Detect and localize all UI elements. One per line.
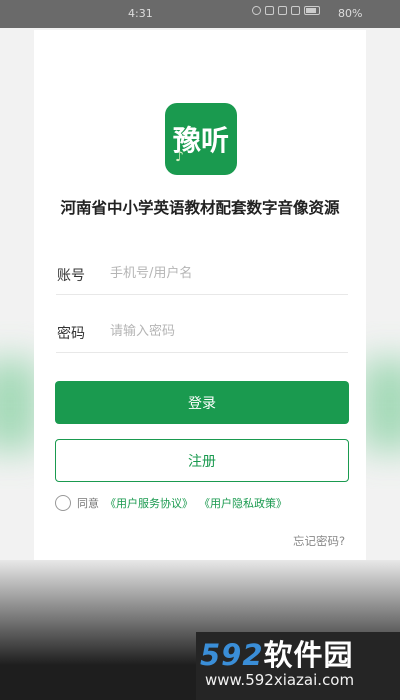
password-label: 密码 bbox=[57, 326, 85, 342]
watermark-number: 592 bbox=[200, 638, 264, 672]
music-note-icon: ♪ bbox=[175, 149, 184, 165]
status-bar: 4:31 80% bbox=[0, 0, 400, 28]
watermark-name: 软件园 bbox=[263, 638, 354, 672]
agreement-prefix: 同意 bbox=[77, 497, 99, 510]
account-input[interactable] bbox=[110, 261, 340, 285]
wifi-icon bbox=[291, 6, 300, 15]
terms-link[interactable]: 《用户服务协议》 bbox=[105, 495, 193, 511]
background-glow-right bbox=[360, 360, 400, 450]
app-logo: 豫听 ♪ bbox=[165, 103, 237, 175]
watermark-logo: 592软件园 bbox=[200, 632, 354, 674]
app-title: 河南省中小学英语教材配套数字音像资源 bbox=[60, 199, 340, 217]
status-icons bbox=[252, 6, 320, 15]
agreement-row: 同意 《用户服务协议》 《用户隐私政策》 bbox=[55, 495, 287, 511]
eye-icon bbox=[252, 6, 261, 15]
password-input[interactable] bbox=[110, 319, 340, 343]
signal-icon bbox=[278, 6, 287, 15]
register-button[interactable]: 注册 bbox=[55, 439, 349, 482]
account-label: 账号 bbox=[57, 268, 85, 284]
account-divider bbox=[56, 294, 348, 295]
agreement-checkbox[interactable] bbox=[55, 495, 71, 511]
forgot-password-link[interactable]: 忘记密码? bbox=[293, 533, 345, 549]
watermark-url: www.592xiazai.com bbox=[205, 671, 355, 689]
bluetooth-icon bbox=[265, 6, 274, 15]
login-button[interactable]: 登录 bbox=[55, 381, 349, 424]
password-divider bbox=[56, 352, 348, 353]
status-time: 4:31 bbox=[128, 7, 153, 20]
battery-percentage: 80% bbox=[338, 7, 363, 20]
battery-icon bbox=[304, 6, 320, 15]
privacy-link[interactable]: 《用户隐私政策》 bbox=[199, 495, 287, 511]
